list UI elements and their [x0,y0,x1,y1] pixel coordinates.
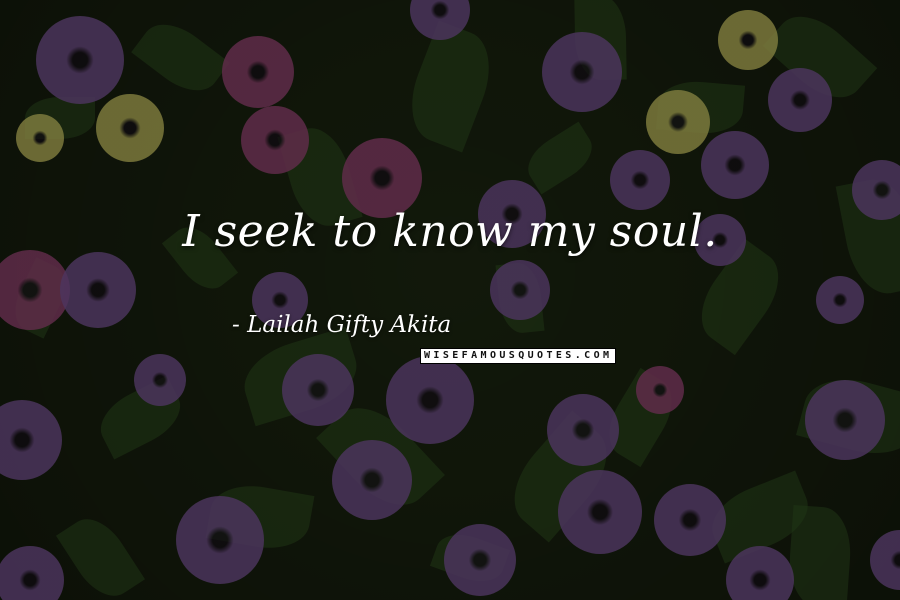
flower-shape [60,252,136,328]
flower-shape [490,260,550,320]
leaf-shape [130,11,230,104]
flower-shape [610,150,670,210]
quote-image: I seek to know my soul. - Lailah Gifty A… [0,0,900,600]
flower-shape [870,530,900,590]
flower-shape [332,440,412,520]
flower-shape [282,354,354,426]
flower-shape [96,94,164,162]
flower-shape [36,16,124,104]
flower-shape [241,106,309,174]
flower-shape [558,470,642,554]
flower-shape [176,496,264,584]
flower-shape [654,484,726,556]
flower-shape [816,276,864,324]
flower-shape [0,400,62,480]
flower-shape [726,546,794,600]
leaf-shape [519,121,601,195]
flower-shape [134,354,186,406]
quote-author: - Lailah Gifty Akita [232,312,452,338]
flower-shape [718,10,778,70]
flower-shape [701,131,769,199]
watermark-logo: WISEFAMOUSQUOTES.COM [420,348,617,364]
leaf-shape [397,20,503,153]
quote-text: I seek to know my soul. [182,206,718,257]
leaf-shape [55,507,145,600]
flower-shape [636,366,684,414]
flower-shape [222,36,294,108]
flower-shape [444,524,516,596]
flower-shape [805,380,885,460]
watermark-text: WISEFAMOUSQUOTES.COM [424,350,613,361]
leaf-shape [786,504,854,600]
flower-shape [768,68,832,132]
flower-shape [0,546,64,600]
flower-shape [646,90,710,154]
flower-shape [386,356,474,444]
flower-shape [547,394,619,466]
flower-shape [16,114,64,162]
flower-shape [542,32,622,112]
